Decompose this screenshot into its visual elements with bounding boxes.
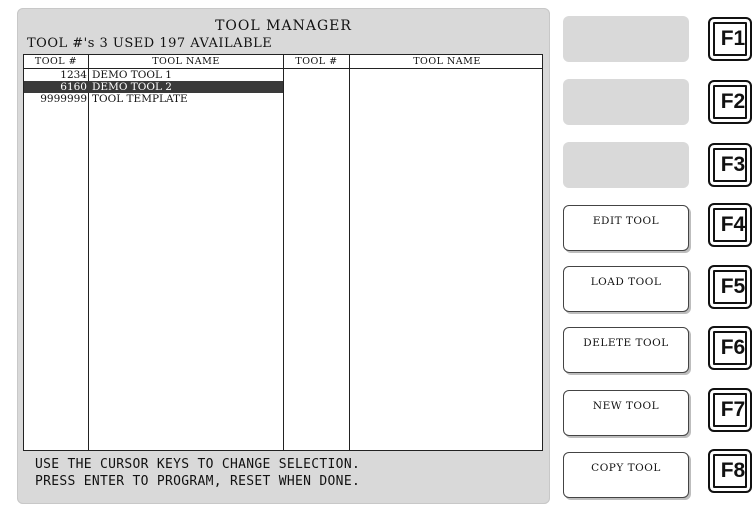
page-title: TOOL MANAGER <box>215 18 352 34</box>
load-tool-button[interactable]: LOAD TOOL <box>563 266 689 312</box>
edit-tool-button[interactable]: EDIT TOOL <box>563 205 689 251</box>
instruction-line-2: PRESS ENTER TO PROGRAM, RESET WHEN DONE. <box>35 474 361 489</box>
f6-key[interactable]: F6 <box>708 326 752 370</box>
tool-number: 9999999 <box>40 93 87 105</box>
column-header-tool-number-2: TOOL # <box>295 56 338 67</box>
tool-name: TOOL TEMPLATE <box>92 93 188 105</box>
instructions-text: USE THE CURSOR KEYS TO CHANGE SELECTION.… <box>35 456 360 490</box>
tool-count-summary: TOOL #'s 3 USED 197 AVAILABLE <box>27 36 273 51</box>
column-divider <box>283 55 284 450</box>
tool-name: DEMO TOOL 1 <box>92 69 172 81</box>
softkey-1-empty <box>563 16 689 62</box>
f2-key[interactable]: F2 <box>708 80 752 124</box>
tool-name: DEMO TOOL 2 <box>92 81 172 93</box>
f7-key[interactable]: F7 <box>708 388 752 432</box>
tool-number: 6160 <box>60 81 87 93</box>
column-header-tool-name-2: TOOL NAME <box>413 56 481 67</box>
tool-table: TOOL # TOOL NAME TOOL # TOOL NAME 1234 DE… <box>23 54 543 451</box>
tool-number: 1234 <box>60 69 87 81</box>
f1-key[interactable]: F1 <box>708 17 752 61</box>
column-divider <box>88 55 89 450</box>
instruction-line-1: USE THE CURSOR KEYS TO CHANGE SELECTION. <box>35 457 361 472</box>
new-tool-button[interactable]: NEW TOOL <box>563 390 689 436</box>
copy-tool-button[interactable]: COPY TOOL <box>563 452 689 498</box>
tool-manager-panel: TOOL MANAGER TOOL #'s 3 USED 197 AVAILAB… <box>17 8 550 504</box>
column-header-tool-name-1: TOOL NAME <box>152 56 220 67</box>
delete-tool-button[interactable]: DELETE TOOL <box>563 327 689 373</box>
f5-key[interactable]: F5 <box>708 265 752 309</box>
column-header-tool-number-1: TOOL # <box>34 56 78 67</box>
softkey-2-empty <box>563 79 689 125</box>
softkey-3-empty <box>563 142 689 188</box>
f4-key[interactable]: F4 <box>708 203 752 247</box>
table-row[interactable]: 6160 DEMO TOOL 2 <box>24 81 283 93</box>
f8-key[interactable]: F8 <box>708 449 752 493</box>
f3-key[interactable]: F3 <box>708 143 752 187</box>
column-divider <box>349 55 350 450</box>
